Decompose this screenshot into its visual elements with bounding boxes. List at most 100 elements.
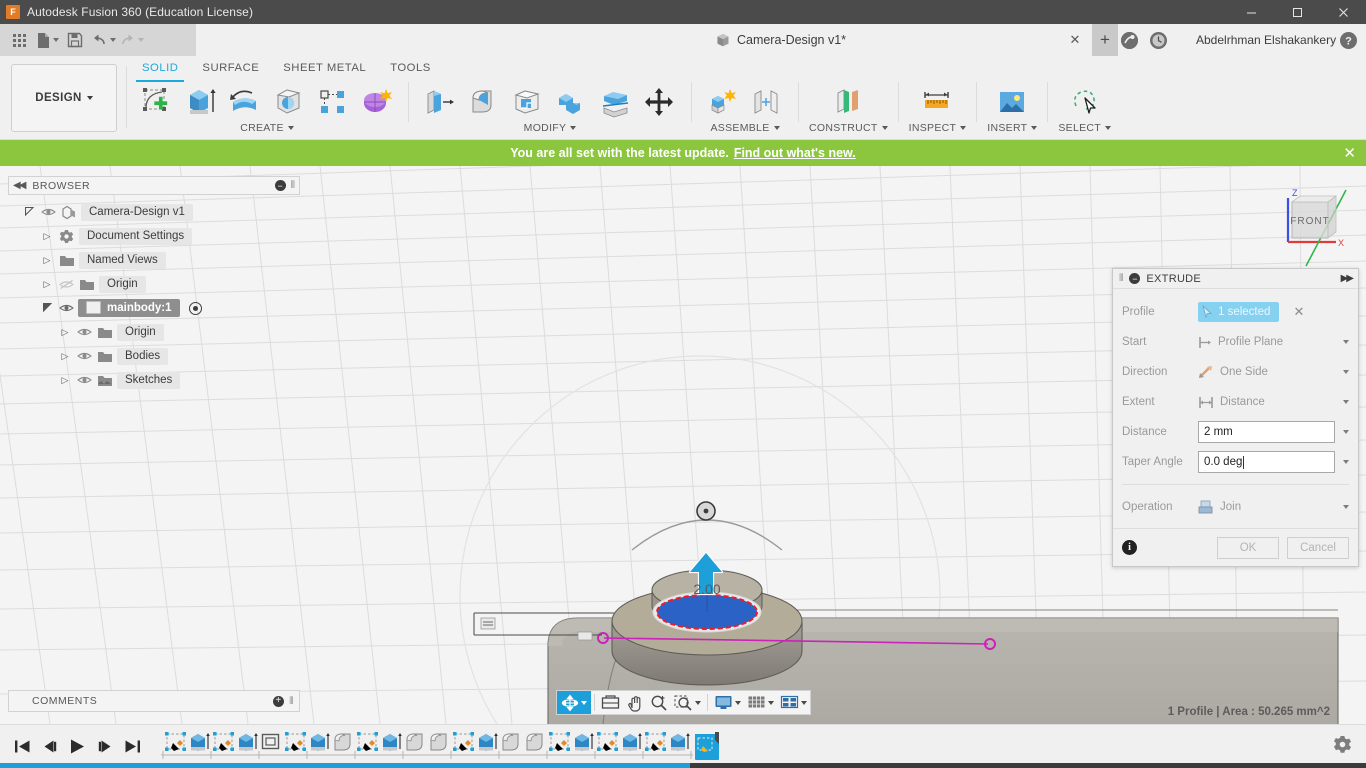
save-icon[interactable] (62, 27, 88, 53)
timeline-feature-track[interactable] (161, 725, 721, 768)
ribbon-panel-insert-label[interactable]: INSERT (987, 122, 1038, 134)
joint-button[interactable] (746, 81, 788, 123)
new-tab-button[interactable]: + (1092, 24, 1118, 56)
ribbon-panel-create-label[interactable]: CREATE (240, 122, 294, 134)
ribbon-tab-tools[interactable]: TOOLS (378, 60, 443, 80)
extrude-row-extent[interactable]: Extent Distance (1113, 387, 1358, 417)
view-cube[interactable]: Z X FRONT (1266, 180, 1354, 268)
ribbon-panel-construct-label[interactable]: CONSTRUCT (809, 122, 888, 134)
clear-selection-icon[interactable]: ✕ (1293, 304, 1304, 320)
visibility-eye-icon[interactable] (40, 207, 56, 217)
sweep-button[interactable] (268, 81, 310, 123)
press-pull-button[interactable] (419, 81, 461, 123)
distance-input[interactable]: 2 mm (1198, 421, 1335, 443)
activate-component-icon[interactable] (188, 301, 202, 315)
ribbon-tab-surface[interactable]: SURFACE (190, 60, 271, 80)
timeline-play[interactable] (68, 738, 87, 755)
comments-panel[interactable]: COMMENTS + ⦀ (8, 690, 300, 712)
chevron-down-icon[interactable] (1343, 370, 1349, 374)
insert-canvas-button[interactable] (991, 81, 1033, 123)
timeline-features[interactable] (161, 729, 701, 765)
visibility-eye-icon[interactable] (76, 375, 92, 385)
chevron-down-icon[interactable] (1343, 400, 1349, 404)
visibility-eye-icon[interactable] (76, 327, 92, 337)
collapse-arrow-icon[interactable]: ▷ (58, 327, 72, 338)
minimize-button[interactable] (1228, 0, 1274, 24)
move-copy-button[interactable] (639, 81, 681, 123)
expand-arrow-icon[interactable] (40, 302, 54, 314)
chevron-down-icon[interactable] (768, 700, 774, 705)
visibility-eye-icon[interactable] (58, 303, 74, 313)
fillet-button[interactable] (463, 81, 505, 123)
workspace-switcher[interactable]: DESIGN (11, 64, 117, 132)
extrude-row-direction[interactable]: Direction One Side (1113, 357, 1358, 387)
shell-button[interactable] (507, 81, 549, 123)
app-grid-icon[interactable] (6, 27, 32, 53)
revolve-button[interactable] (224, 81, 266, 123)
collapse-arrow-icon[interactable]: ▷ (40, 279, 54, 290)
close-button[interactable] (1320, 0, 1366, 24)
expand-arrow-icon[interactable] (22, 206, 36, 218)
combine-button[interactable] (551, 81, 593, 123)
zoom-window-button[interactable] (671, 691, 704, 714)
ribbon-tab-solid[interactable]: SOLID (130, 60, 190, 82)
browser-item-sketches[interactable]: ▷ Sketches (8, 368, 300, 392)
timeline-settings-button[interactable] (1333, 735, 1366, 759)
document-tab[interactable]: Camera-Design v1* (716, 24, 846, 56)
chevron-down-icon[interactable] (1343, 430, 1349, 434)
chevron-down-icon[interactable] (1343, 460, 1349, 464)
timeline-scrollbar[interactable] (0, 763, 1366, 768)
visibility-eye-icon[interactable] (76, 351, 92, 361)
browser-item-origin-sub[interactable]: ▷ Origin (8, 320, 300, 344)
chevron-down-icon[interactable] (695, 700, 701, 705)
chevron-down-icon[interactable] (801, 700, 807, 705)
timeline-go-end[interactable] (124, 739, 141, 754)
measure-button[interactable] (916, 81, 958, 123)
minimize-circle-icon[interactable]: − (274, 180, 286, 191)
select-button[interactable] (1064, 81, 1106, 123)
browser-item-bodies[interactable]: ▷ Bodies (8, 344, 300, 368)
ribbon-tab-sheet-metal[interactable]: SHEET METAL (271, 60, 378, 80)
construct-plane-button[interactable] (827, 81, 869, 123)
browser-item-mainbody[interactable]: mainbody:1 (8, 296, 300, 320)
panel-resize-grip[interactable]: ⦀ (291, 180, 295, 191)
ok-button[interactable]: OK (1217, 536, 1279, 559)
double-right-arrow-icon[interactable]: ▶▶ (1341, 273, 1354, 284)
extrude-button[interactable] (180, 81, 222, 123)
pattern-rectangular-icon[interactable] (312, 81, 354, 123)
split-face-button[interactable] (595, 81, 637, 123)
dialog-drag-grip[interactable]: ⦀ (1119, 273, 1123, 284)
document-tab-close-icon[interactable]: ✕ (1062, 24, 1088, 56)
chevron-down-icon[interactable] (735, 700, 741, 705)
chevron-down-icon[interactable] (1343, 340, 1349, 344)
grid-snaps-button[interactable] (744, 691, 777, 714)
collapse-arrow-icon[interactable]: ▷ (40, 231, 54, 242)
new-document-icon[interactable] (34, 27, 60, 53)
chevron-down-icon[interactable] (1343, 505, 1349, 509)
extrude-row-operation[interactable]: Operation Join (1113, 492, 1358, 522)
help-icon[interactable]: ? (1340, 32, 1357, 49)
collapse-arrow-icon[interactable]: ▷ (58, 351, 72, 362)
taper-angle-input[interactable]: 0.0 deg (1198, 451, 1335, 473)
add-comment-icon[interactable]: + (273, 695, 285, 707)
create-sketch-button[interactable] (136, 81, 178, 123)
cancel-button[interactable]: Cancel (1287, 536, 1349, 559)
browser-item-origin[interactable]: ▷ Origin (8, 272, 300, 296)
user-name-label[interactable]: Abdelrhman Elshakankery (1196, 24, 1336, 56)
panel-resize-grip[interactable]: ⦀ (289, 696, 294, 707)
banner-close-icon[interactable]: ✕ (1343, 140, 1356, 166)
timeline-go-start[interactable] (14, 739, 31, 754)
redo-icon[interactable] (118, 27, 144, 53)
create-form-button[interactable] (356, 81, 398, 123)
timeline-current-marker[interactable] (695, 731, 719, 760)
recent-clock-icon[interactable] (1150, 31, 1167, 49)
profile-selection-chip[interactable]: 1 selected (1198, 302, 1280, 322)
browser-item-document-settings[interactable]: ▷ Document Settings (8, 224, 300, 248)
browser-item-camera-design[interactable]: Camera-Design v1 (8, 200, 300, 224)
browser-item-named-views[interactable]: ▷ Named Views (8, 248, 300, 272)
timeline-step-forward[interactable] (97, 739, 114, 754)
visibility-eye-off-icon[interactable] (58, 279, 74, 290)
ribbon-panel-inspect-label[interactable]: INSPECT (909, 122, 967, 134)
display-settings-button[interactable] (711, 691, 744, 714)
collapse-arrow-icon[interactable]: ▷ (40, 255, 54, 266)
